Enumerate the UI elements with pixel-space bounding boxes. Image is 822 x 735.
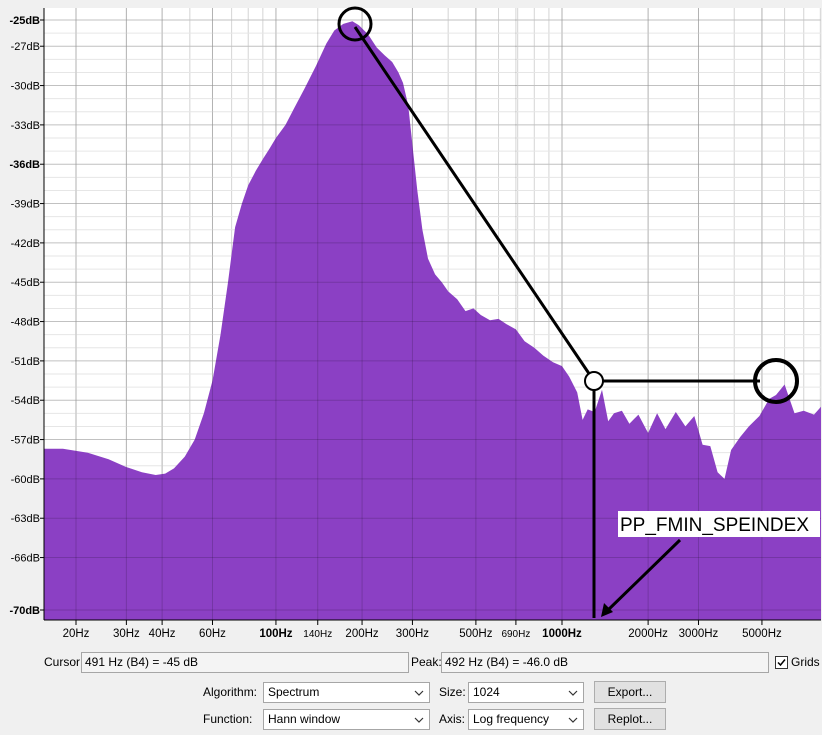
x-tick-label: 300Hz — [396, 628, 429, 640]
y-tick-label: -45dB — [11, 277, 40, 289]
size-select[interactable]: 1024 — [468, 682, 584, 703]
x-tick-label: 30Hz — [113, 628, 140, 640]
x-tick-label: 3000Hz — [679, 628, 719, 640]
cursor-label: Cursor: — [44, 655, 84, 669]
x-tick-label: 100Hz — [259, 628, 292, 640]
y-tick-label: -51dB — [11, 356, 40, 368]
chevron-down-icon — [414, 717, 424, 723]
y-tick-label: -33dB — [11, 120, 40, 132]
checkmark-icon — [777, 659, 786, 667]
y-tick-label: -36dB — [9, 159, 40, 171]
y-tick-label: -70dB — [9, 605, 40, 617]
x-tick-label: 20Hz — [63, 628, 90, 640]
peak-readout: 492 Hz (B4) = -46.0 dB — [441, 652, 769, 673]
x-tick-label: 2000Hz — [628, 628, 668, 640]
x-tick-label: 1000Hz — [542, 628, 582, 640]
y-tick-label: -30dB — [11, 81, 40, 93]
x-tick-label: 500Hz — [459, 628, 492, 640]
x-tick-label: 5000Hz — [742, 628, 782, 640]
y-tick-label: -57dB — [11, 435, 40, 447]
x-tick-label: 60Hz — [199, 628, 226, 640]
chevron-down-icon — [568, 690, 578, 696]
fmin-marker-circle — [584, 371, 604, 391]
cursor-readout: 491 Hz (B4) = -45 dB — [81, 652, 409, 673]
y-tick-label: -39dB — [11, 199, 40, 211]
annotation-label: PP_FMIN_SPEINDEX — [620, 515, 809, 536]
replot-button[interactable]: Replot... — [594, 708, 666, 730]
y-tick-label: -42dB — [11, 238, 40, 250]
axis-value: Log frequency — [473, 712, 550, 726]
grids-label: Grids — [791, 655, 820, 669]
function-label: Function: — [203, 712, 253, 726]
function-select[interactable]: Hann window — [263, 709, 430, 730]
y-tick-label: -27dB — [11, 41, 40, 53]
y-tick-label: -60dB — [11, 474, 40, 486]
x-tick-label: 690Hz — [501, 629, 530, 640]
peak-label: Peak: — [411, 655, 442, 669]
algorithm-select[interactable]: Spectrum — [263, 682, 430, 703]
x-tick-label: 140Hz — [303, 629, 332, 640]
spectrum-plot[interactable]: -25dB -27dB -30dB -33dB -36dB -39dB -42dB -45dB… — [0, 0, 822, 650]
y-tick-label: -54dB — [11, 395, 40, 407]
x-tick-label: 40Hz — [149, 628, 176, 640]
algorithm-label: Algorithm: — [203, 685, 258, 699]
export-button[interactable]: Export... — [594, 681, 666, 703]
y-tick-label: -25dB — [9, 15, 40, 27]
axis-select[interactable]: Log frequency — [468, 709, 584, 730]
size-label: Size: — [439, 685, 466, 699]
function-value: Hann window — [268, 712, 341, 726]
size-value: 1024 — [473, 685, 500, 699]
grids-checkbox[interactable] — [775, 656, 788, 669]
y-tick-label: -48dB — [11, 317, 40, 329]
chevron-down-icon — [568, 717, 578, 723]
algorithm-value: Spectrum — [268, 685, 320, 699]
y-tick-label: -66dB — [11, 553, 40, 565]
y-tick-label: -63dB — [11, 513, 40, 525]
chevron-down-icon — [414, 690, 424, 696]
x-tick-label: 200Hz — [345, 628, 378, 640]
axis-label: Axis: — [439, 712, 466, 726]
